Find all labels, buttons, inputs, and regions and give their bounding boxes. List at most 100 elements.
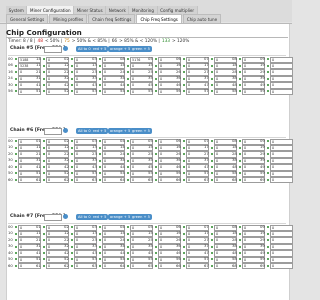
status-dot-icon — [99, 232, 101, 235]
status-dot-icon — [15, 178, 17, 181]
status-dot-icon — [71, 71, 73, 74]
sub-tab[interactable]: Chip Freq Settings — [136, 14, 182, 23]
status-dot-icon — [155, 77, 157, 80]
status-dot-icon — [267, 159, 269, 162]
chip-row: 56 0 51 0 52 0 53 0 54 0 55 0 56 0 57 0 58 0 59 0 — [8, 88, 293, 95]
sub-tab[interactable]: Chain freq Settings — [88, 14, 136, 23]
chain-freq-input[interactable] — [44, 128, 62, 135]
chip-grid: 00 0 01 0 02 0 03 0 04 0 05 0 06 0 07 0 08 0 09 0 10 0 11 0 12 0 1… — [8, 137, 293, 184]
apply-icon[interactable] — [63, 128, 68, 133]
status-dot-icon — [211, 251, 213, 254]
status-dot-icon — [15, 245, 17, 248]
status-dot-icon — [15, 58, 17, 61]
chain-action-button[interactable]: orange + 5 — [108, 214, 133, 220]
status-dot-icon — [239, 239, 241, 242]
chip-index: 56 — [8, 88, 13, 94]
status-dot-icon — [99, 71, 101, 74]
status-dot-icon — [239, 264, 241, 267]
status-dot-icon — [155, 239, 157, 242]
status-dot-icon — [127, 64, 129, 67]
status-dot-icon — [43, 226, 45, 229]
status-dot-icon — [127, 146, 129, 149]
status-dot-icon — [211, 159, 213, 162]
apply-icon[interactable] — [63, 46, 68, 51]
sub-tab[interactable]: Mining profiles — [49, 14, 88, 23]
status-dot-icon — [239, 58, 241, 61]
chain-action-button[interactable]: red + 5 — [91, 128, 109, 134]
status-dot-icon — [267, 165, 269, 168]
status-dot-icon — [15, 251, 17, 254]
status-dot-icon — [15, 64, 17, 67]
status-dot-icon — [71, 251, 73, 254]
chip-row: 60 0 61 0 62 0 63 0 64 0 65 0 66 0 67 0 68 0 69 0 — [8, 262, 293, 270]
status-dot-icon — [99, 90, 101, 93]
status-dot-icon — [267, 172, 269, 175]
sub-tab[interactable]: General Settings — [6, 14, 49, 23]
status-dot-icon — [127, 58, 129, 61]
status-dot-icon — [211, 64, 213, 67]
status-dot-icon — [43, 64, 45, 67]
chain-action-button[interactable]: red + 5 — [91, 214, 109, 220]
status-dot-icon — [155, 178, 157, 181]
chain-action-button[interactable]: red + 5 — [91, 46, 109, 52]
status-dot-icon — [183, 258, 185, 261]
chain-freq-input[interactable] — [44, 214, 62, 221]
status-dot-icon — [155, 90, 157, 93]
sub-tab[interactable]: Chip auto tune — [182, 14, 222, 23]
chip-freq-input[interactable]: 0 — [270, 263, 293, 270]
status-dot-icon — [239, 71, 241, 74]
status-dot-icon — [15, 140, 17, 143]
chip-index: 51 — [36, 88, 41, 94]
status-dot-icon — [127, 178, 129, 181]
status-dot-icon — [211, 77, 213, 80]
legend-item: < 50% | — [44, 39, 63, 44]
status-dot-icon — [267, 232, 269, 235]
chain-action-button[interactable]: green + 5 — [130, 46, 152, 52]
status-dot-icon — [211, 245, 213, 248]
chip-row: 60 0 61 0 62 0 63 0 64 0 65 0 66 0 67 0 68 0 69 0 — [8, 177, 293, 184]
status-dot-icon — [211, 264, 213, 267]
chip-index: 59 — [260, 88, 265, 94]
chain-action-button[interactable]: orange + 5 — [108, 128, 133, 134]
status-dot-icon — [155, 153, 157, 156]
chain-freq-input[interactable] — [44, 46, 62, 53]
status-dot-icon — [239, 90, 241, 93]
status-dot-icon — [267, 77, 269, 80]
status-dot-icon — [183, 58, 185, 61]
status-dot-icon — [239, 153, 241, 156]
status-dot-icon — [183, 90, 185, 93]
status-dot-icon — [99, 77, 101, 80]
status-dot-icon — [43, 165, 45, 168]
status-dot-icon — [239, 159, 241, 162]
status-dot-icon — [211, 232, 213, 235]
status-dot-icon — [267, 83, 269, 86]
chip-index: 53 — [92, 88, 97, 94]
sub-tabs: General Settings Mining profiles Chain fre… — [6, 14, 222, 23]
chain-action-button[interactable]: green + 5 — [130, 214, 152, 220]
status-dot-icon — [211, 165, 213, 168]
status-dot-icon — [183, 71, 185, 74]
status-dot-icon — [211, 172, 213, 175]
chain-action-button[interactable]: green + 5 — [130, 128, 152, 134]
status-dot-icon — [183, 77, 185, 80]
chain-header: Chain #5 [Freq: 550 ] All to 0 red + 5 oran… — [10, 45, 284, 53]
apply-icon[interactable] — [63, 214, 68, 219]
status-dot-icon — [99, 239, 101, 242]
status-dot-icon — [239, 64, 241, 67]
status-dot-icon — [71, 239, 73, 242]
status-dot-icon — [239, 83, 241, 86]
status-dot-icon — [267, 178, 269, 181]
status-dot-icon — [71, 232, 73, 235]
status-dot-icon — [71, 258, 73, 261]
status-dot-icon — [43, 245, 45, 248]
status-dot-icon — [155, 159, 157, 162]
status-dot-icon — [43, 153, 45, 156]
status-dot-icon — [71, 77, 73, 80]
status-dot-icon — [99, 153, 101, 156]
chip-freq-input[interactable]: 0 — [270, 88, 293, 95]
status-dot-icon — [99, 178, 101, 181]
chip-index: 67 — [204, 262, 209, 268]
chain-action-button[interactable]: orange + 5 — [108, 46, 133, 52]
status-dot-icon — [71, 58, 73, 61]
chip-freq-input[interactable]: 0 — [270, 177, 293, 184]
